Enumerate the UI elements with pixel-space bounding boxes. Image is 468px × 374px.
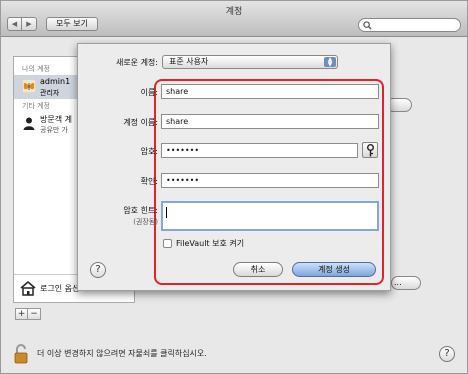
nav-buttons: ◀ ▶ [7, 17, 37, 31]
checkbox-box[interactable] [163, 239, 172, 248]
lock-open-icon[interactable] [13, 343, 31, 365]
key-icon [367, 144, 374, 157]
house-icon [20, 281, 36, 296]
account-type-label: 새로운 계정: [115, 58, 158, 67]
background-button-partial: ... [391, 276, 421, 290]
window-title: 계정 [225, 7, 243, 17]
help-button[interactable]: ? [439, 346, 455, 362]
accounts-window: 계정 ◀ ▶ 모두 보기 나의 계정 admin1 관리자 기타 계정 방문객 … [0, 0, 468, 374]
hint-label: 암호 힌트: [123, 206, 158, 215]
password-label: 암호: [140, 147, 158, 156]
text-caret [166, 207, 167, 218]
account-type-popup[interactable]: 표준 사용자 ▲ ▼ [162, 55, 338, 69]
user-name: 방문객 계 [40, 115, 72, 124]
my-account-header: 나의 계정 [22, 65, 50, 73]
sheet-help-button[interactable]: ? [90, 262, 106, 278]
back-button[interactable]: ◀ [7, 17, 22, 31]
chevron-right-icon: ▶ [26, 20, 32, 28]
updown-arrows-icon: ▲ ▼ [324, 57, 336, 68]
hint-sublabel: (권장됨) [133, 218, 158, 226]
name-field[interactable]: share [161, 84, 379, 99]
user-role: 관리자 [40, 89, 60, 97]
filevault-label: FileVault 보호 켜기 [176, 239, 245, 248]
show-all-button[interactable]: 모두 보기 [46, 17, 98, 31]
forward-button[interactable]: ▶ [22, 17, 37, 31]
search-input[interactable] [358, 18, 461, 32]
user-role: 공유만 가 [40, 126, 68, 134]
lock-message: 더 이상 변경하지 않으려면 자물쇠를 클릭하십시오. [37, 349, 207, 358]
cancel-button[interactable]: 취소 [233, 262, 283, 277]
search-icon [363, 21, 372, 30]
verify-label: 확인: [140, 177, 158, 186]
butterfly-avatar-icon [22, 79, 36, 93]
account-name-label: 계정 이름: [123, 118, 158, 127]
titlebar: 계정 ◀ ▶ 모두 보기 [1, 1, 467, 37]
password-hint-field[interactable] [161, 201, 379, 231]
create-account-button[interactable]: 계정 생성 [292, 262, 376, 277]
login-options-label: 로그인 옵션 [40, 284, 80, 293]
add-user-button[interactable]: + [15, 308, 28, 320]
lock-bar: 더 이상 변경하지 않으려면 자물쇠를 클릭하십시오. ? [1, 336, 467, 372]
name-label: 이름: [140, 88, 158, 97]
chevron-left-icon: ◀ [11, 20, 18, 28]
silhouette-avatar-icon [23, 117, 35, 130]
account-name-field[interactable]: share [161, 114, 379, 129]
password-assistant-button[interactable] [362, 142, 378, 158]
password-field[interactable]: ••••••• [161, 143, 358, 158]
add-remove-buttons: + − [15, 308, 41, 320]
verify-field[interactable]: ••••••• [161, 173, 379, 188]
user-name: admin1 [40, 77, 71, 86]
other-accounts-header: 기타 계정 [22, 102, 50, 110]
remove-user-button[interactable]: − [28, 308, 41, 320]
account-type-value: 표준 사용자 [169, 57, 209, 66]
new-account-sheet: 새로운 계정: 표준 사용자 ▲ ▼ 이름: share 계정 이름: share… [77, 43, 391, 291]
